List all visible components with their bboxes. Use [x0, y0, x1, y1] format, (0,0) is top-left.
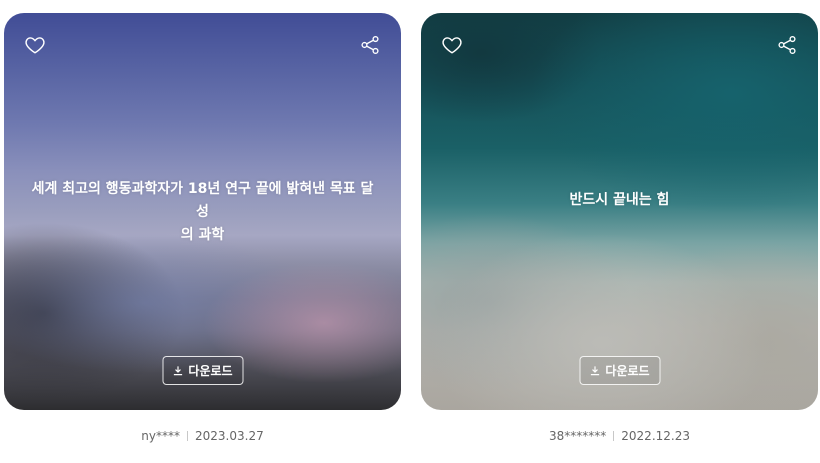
title-line: 의 과학 — [180, 227, 225, 243]
card-meta: ny**** 2023.03.27 — [4, 429, 401, 443]
card-2[interactable]: 반드시 끝내는 힘 다운로드 — [421, 13, 818, 410]
share-icon[interactable] — [359, 34, 381, 56]
download-label: 다운로드 — [605, 364, 650, 378]
card-meta: 38******* 2022.12.23 — [421, 429, 818, 443]
share-icon[interactable] — [776, 34, 798, 56]
divider — [187, 431, 188, 441]
card-1[interactable]: 세계 최고의 행동과학자가 18년 연구 끝에 밝혀낸 목표 달성 의 과학 다… — [4, 13, 401, 410]
date: 2022.12.23 — [621, 429, 690, 443]
date: 2023.03.27 — [195, 429, 264, 443]
author: ny**** — [141, 429, 180, 443]
download-button[interactable]: 다운로드 — [162, 356, 243, 385]
heart-icon[interactable] — [24, 34, 46, 56]
author: 38******* — [549, 429, 607, 443]
divider — [613, 431, 615, 441]
download-icon — [173, 366, 183, 376]
download-button[interactable]: 다운로드 — [579, 356, 660, 385]
title-line: 반드시 끝내는 힘 — [569, 192, 670, 208]
heart-icon[interactable] — [441, 34, 463, 56]
download-icon — [590, 366, 600, 376]
download-label: 다운로드 — [188, 364, 233, 378]
book-title: 세계 최고의 행동과학자가 18년 연구 끝에 밝혀낸 목표 달성 의 과학 — [28, 178, 377, 247]
book-title: 반드시 끝내는 힘 — [445, 189, 794, 212]
title-line: 세계 최고의 행동과학자가 18년 연구 끝에 밝혀낸 목표 달성 — [31, 181, 374, 220]
